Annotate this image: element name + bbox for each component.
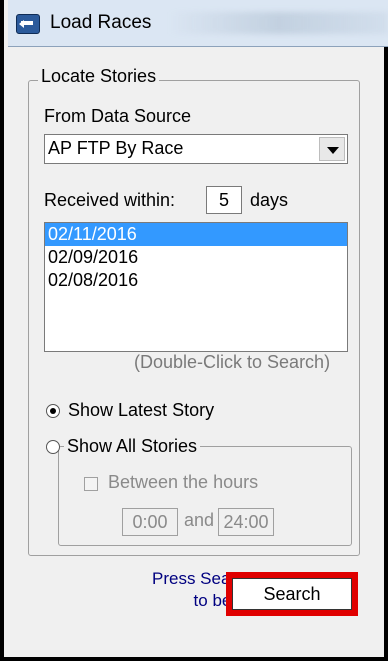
load-races-window: Load Races Locate Stories From Data Sour… bbox=[0, 0, 388, 661]
title-bar-background-text bbox=[168, 12, 388, 34]
days-unit-label: days bbox=[250, 190, 289, 210]
between-hours-checkbox[interactable] bbox=[84, 477, 98, 491]
received-within-label: Received within: bbox=[44, 190, 176, 210]
start-hour-input[interactable]: 0:00 bbox=[122, 508, 178, 536]
between-hours-label: Between the hours bbox=[108, 472, 259, 492]
data-source-dropdown[interactable]: AP FTP By Race bbox=[44, 134, 348, 164]
data-source-value: AP FTP By Race bbox=[48, 138, 184, 158]
end-hour-input[interactable]: 24:00 bbox=[218, 508, 274, 536]
list-item[interactable]: 02/09/2016 bbox=[45, 246, 347, 269]
title-bar[interactable]: Load Races bbox=[8, 0, 388, 47]
and-label: and bbox=[184, 510, 215, 530]
list-item[interactable]: 02/11/2016 bbox=[45, 223, 347, 246]
list-item[interactable]: 02/08/2016 bbox=[45, 269, 347, 292]
locate-stories-label: Locate Stories bbox=[38, 66, 160, 87]
dates-listbox[interactable]: 02/11/2016 02/09/2016 02/08/2016 bbox=[44, 222, 348, 352]
show-all-radio[interactable] bbox=[46, 440, 60, 454]
app-icon bbox=[16, 14, 40, 34]
data-source-label: From Data Source bbox=[44, 106, 192, 126]
double-click-hint: (Double-Click to Search) bbox=[134, 352, 331, 372]
show-all-stories-group bbox=[58, 446, 352, 546]
days-input[interactable]: 5 bbox=[206, 186, 242, 214]
chevron-down-icon[interactable] bbox=[319, 137, 345, 161]
window-title: Load Races bbox=[50, 12, 152, 33]
search-button[interactable]: Search bbox=[232, 578, 352, 610]
search-button-highlight[interactable]: Search bbox=[226, 572, 358, 616]
show-all-label[interactable]: Show All Stories bbox=[64, 436, 201, 457]
show-latest-label[interactable]: Show Latest Story bbox=[68, 400, 214, 421]
show-latest-radio[interactable] bbox=[46, 404, 60, 418]
